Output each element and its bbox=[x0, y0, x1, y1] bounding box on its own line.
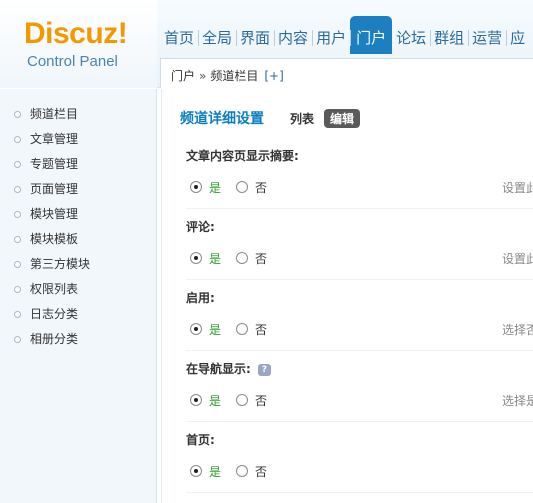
bullet-icon bbox=[14, 186, 21, 193]
bullet-icon bbox=[14, 261, 21, 268]
section-header: 频道详细设置 列表 编辑 bbox=[180, 107, 361, 129]
section-title: 频道详细设置 bbox=[180, 111, 264, 127]
bullet-icon bbox=[14, 211, 21, 218]
sidebar-item-label: 模块模板 bbox=[30, 232, 79, 246]
radio-no-label[interactable]: 否 bbox=[255, 321, 267, 338]
breadcrumb-root[interactable]: 门户 bbox=[171, 69, 195, 83]
sidebar-item-blog-category[interactable]: 日志分类 bbox=[0, 302, 90, 327]
radio-no-label[interactable]: 否 bbox=[255, 250, 267, 267]
radio-yes-label[interactable]: 是 bbox=[209, 463, 221, 480]
divider bbox=[186, 350, 533, 351]
field-label: 评论: bbox=[186, 220, 215, 234]
breadcrumb-separator: » bbox=[199, 69, 207, 83]
header: Discuz! Control Panel 首页 全局 界面 内容 用户 门户 … bbox=[0, 0, 533, 88]
radio-yes-label[interactable]: 是 bbox=[209, 250, 221, 267]
field-hint: 选择是 bbox=[502, 394, 533, 408]
field-hint: 选择否 bbox=[502, 323, 533, 337]
field-label: 在导航显示:? bbox=[186, 360, 271, 377]
radio-no[interactable] bbox=[236, 252, 249, 264]
radio-yes-label[interactable]: 是 bbox=[209, 179, 221, 196]
add-to-menu-button[interactable]: [+] bbox=[264, 69, 283, 83]
radio-group: 是 否 bbox=[190, 179, 267, 195]
radio-group: 是 否 bbox=[190, 463, 267, 479]
field-label: 首页: bbox=[186, 433, 215, 447]
sidebar-item-label: 文章管理 bbox=[30, 132, 79, 146]
field-label-text: 在导航显示: bbox=[186, 362, 251, 376]
nav-user[interactable]: 用户 bbox=[312, 16, 350, 54]
nav-global[interactable]: 全局 bbox=[198, 16, 236, 54]
sidebar-item-block[interactable]: 模块管理 bbox=[0, 202, 90, 227]
sidebar-item-category[interactable]: 频道栏目 bbox=[0, 102, 90, 127]
sidebar-item-block-template[interactable]: 模块模板 bbox=[0, 227, 90, 252]
radio-no-label[interactable]: 否 bbox=[255, 392, 267, 409]
bullet-icon bbox=[14, 111, 21, 118]
sidebar-item-album-category[interactable]: 相册分类 bbox=[0, 327, 90, 352]
breadcrumb-current: 频道栏目 bbox=[210, 69, 259, 83]
field-label: 文章内容页显示摘要: bbox=[186, 149, 299, 163]
radio-no[interactable] bbox=[236, 181, 249, 193]
radio-group: 是 否 bbox=[190, 250, 267, 266]
sidebar-item-label: 频道栏目 bbox=[30, 107, 79, 121]
sidebar-item-third-party[interactable]: 第三方模块 bbox=[0, 252, 90, 277]
bullet-icon bbox=[14, 311, 21, 318]
sidebar-item-label: 日志分类 bbox=[30, 307, 79, 321]
radio-yes[interactable] bbox=[190, 181, 202, 193]
divider bbox=[186, 279, 533, 280]
tab-list[interactable]: 列表 bbox=[290, 110, 314, 127]
sidebar-item-label: 页面管理 bbox=[30, 182, 79, 196]
radio-yes-label[interactable]: 是 bbox=[209, 392, 221, 409]
nav-extended[interactable]: 运营 bbox=[468, 16, 506, 54]
nav-app[interactable]: 应 bbox=[506, 16, 529, 54]
field-label: 启用: bbox=[186, 291, 215, 305]
logo-subtitle: Control Panel bbox=[27, 53, 118, 70]
radio-yes[interactable] bbox=[190, 465, 202, 477]
radio-yes[interactable] bbox=[190, 394, 202, 406]
bullet-icon bbox=[14, 286, 21, 293]
sidebar-item-label: 权限列表 bbox=[30, 282, 79, 296]
radio-no[interactable] bbox=[236, 394, 249, 406]
radio-yes[interactable] bbox=[190, 252, 202, 264]
radio-no[interactable] bbox=[236, 323, 249, 335]
sidebar-item-article[interactable]: 文章管理 bbox=[0, 127, 90, 152]
radio-group: 是 否 bbox=[190, 321, 267, 337]
tab-edit[interactable]: 编辑 bbox=[324, 108, 361, 128]
sidebar-item-label: 相册分类 bbox=[30, 332, 79, 346]
bullet-icon bbox=[14, 336, 21, 343]
sidebar: 频道栏目 文章管理 专题管理 页面管理 模块管理 模块模板 第三方模块 权限列表… bbox=[0, 89, 157, 503]
radio-yes-label[interactable]: 是 bbox=[209, 321, 221, 338]
radio-no-label[interactable]: 否 bbox=[255, 463, 267, 480]
field-hint: 设置此 bbox=[502, 252, 533, 266]
logo-title: Discuz! bbox=[24, 17, 128, 50]
field-hint: 设置此 bbox=[502, 181, 533, 195]
divider bbox=[186, 492, 533, 493]
bullet-icon bbox=[14, 236, 21, 243]
radio-no[interactable] bbox=[236, 465, 249, 477]
sidebar-item-label: 专题管理 bbox=[30, 157, 79, 171]
radio-group: 是 否 bbox=[190, 392, 267, 408]
radio-no-label[interactable]: 否 bbox=[255, 179, 267, 196]
sidebar-item-page[interactable]: 页面管理 bbox=[0, 177, 90, 202]
logo[interactable]: Discuz! Control Panel bbox=[0, 0, 157, 88]
nav-forum[interactable]: 论坛 bbox=[392, 16, 430, 54]
sidebar-item-topic[interactable]: 专题管理 bbox=[0, 152, 90, 177]
help-icon[interactable]: ? bbox=[257, 364, 271, 376]
divider bbox=[186, 208, 533, 209]
top-nav: 首页 全局 界面 内容 用户 门户 论坛 群组 运营 应 bbox=[160, 16, 529, 54]
bullet-icon bbox=[14, 161, 21, 168]
sidebar-item-label: 第三方模块 bbox=[30, 257, 91, 271]
bullet-icon bbox=[14, 136, 21, 143]
nav-content[interactable]: 内容 bbox=[274, 16, 312, 54]
nav-group[interactable]: 群组 bbox=[430, 16, 468, 54]
breadcrumb: 门户 » 频道栏目 [+] bbox=[160, 58, 533, 88]
sidebar-menu: 频道栏目 文章管理 专题管理 页面管理 模块管理 模块模板 第三方模块 权限列表… bbox=[0, 102, 90, 352]
nav-portal[interactable]: 门户 bbox=[350, 16, 393, 54]
divider bbox=[186, 421, 533, 422]
radio-yes[interactable] bbox=[190, 323, 202, 335]
nav-home[interactable]: 首页 bbox=[160, 16, 198, 54]
sidebar-item-label: 模块管理 bbox=[30, 207, 79, 221]
sidebar-item-permission[interactable]: 权限列表 bbox=[0, 277, 90, 302]
nav-style[interactable]: 界面 bbox=[236, 16, 274, 54]
main-panel: 频道详细设置 列表 编辑 文章内容页显示摘要: 是 否 设置此 评论: 是 否 … bbox=[161, 89, 533, 503]
